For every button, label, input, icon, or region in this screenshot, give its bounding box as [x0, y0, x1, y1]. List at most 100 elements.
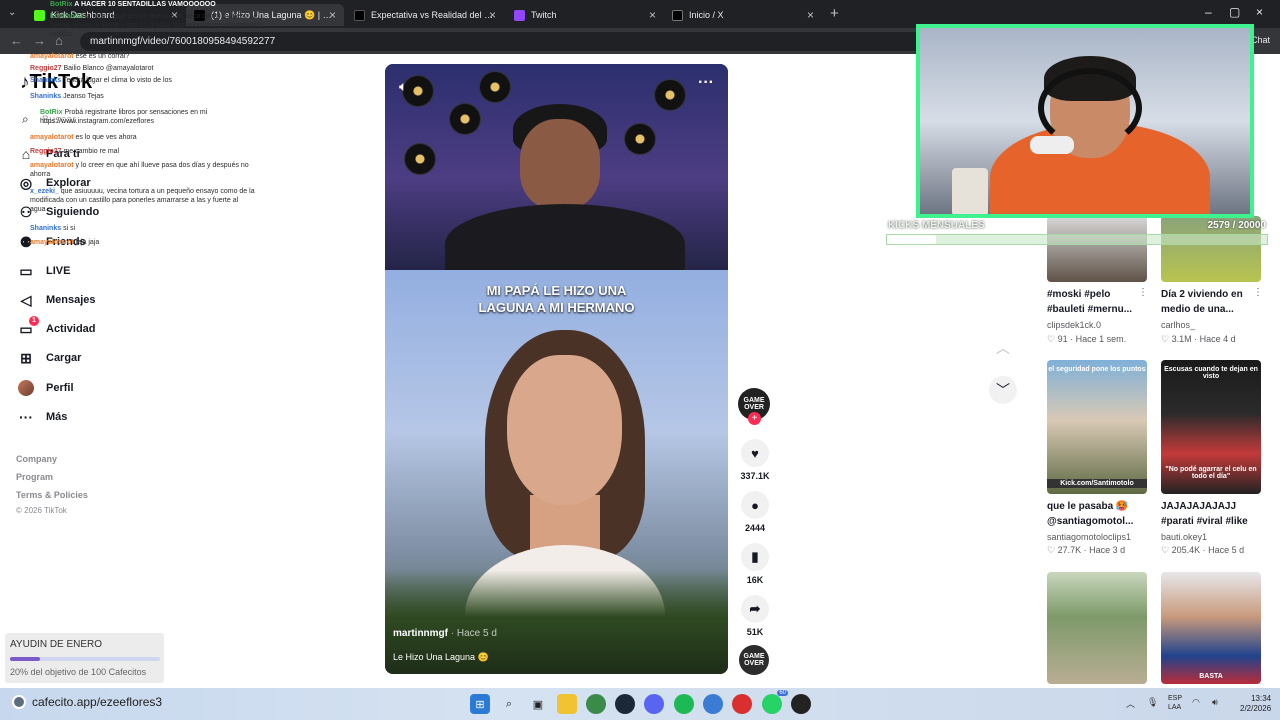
nav-mas[interactable]: ··· Más	[18, 407, 67, 427]
task-view-icon[interactable]: ▣	[528, 694, 548, 714]
copyright: © 2026 TikTok	[16, 506, 67, 515]
chat-message: x_ezeki_ que asiuuuuu, vecina tortura a …	[30, 188, 255, 213]
chat-message: BotRix A HACER 10 SENTADILLAS VAMOOOOOO	[50, 1, 216, 8]
windows-taskbar: cafecito.app/ezeeflores3 ⊞ ⌕ ▣ 60 ︿ 🎙︎ E…	[0, 688, 1280, 720]
wifi-icon[interactable]: ◠	[1192, 697, 1200, 708]
like-action[interactable]: ♥ 337.1K	[738, 439, 772, 481]
cafecito-goal-widget: AYUDIN DE ENERO 20% del objetivo de 100 …	[5, 633, 164, 683]
chrome-icon[interactable]	[586, 694, 606, 714]
taskbar-badge: 60	[777, 690, 788, 696]
close-icon[interactable]: ×	[489, 8, 496, 22]
card-author[interactable]: clipsdek1ck.0	[1047, 320, 1101, 330]
video-player[interactable]: MI PAPÁ LE HIZO UNA LAGUNA A MI HERMANO …	[385, 64, 728, 674]
card-author[interactable]: santiagomotoloclips1	[1047, 532, 1131, 542]
app-icon[interactable]	[732, 694, 752, 714]
clock-date: 2/2/2026	[1240, 704, 1272, 713]
minimize-icon[interactable]: –	[1205, 5, 1212, 19]
upload-icon: ⊞	[20, 349, 32, 366]
lang-top: ESP	[1168, 695, 1183, 702]
tab-x[interactable]: Inicio / X ×	[664, 4, 822, 26]
nav-live[interactable]: ▭ LIVE	[18, 261, 70, 281]
next-video-button[interactable]: ﹀	[989, 376, 1017, 404]
share-action[interactable]: ➦ 51K	[738, 595, 772, 637]
language-indicator[interactable]: ESP LAA	[1168, 694, 1182, 712]
footer-program[interactable]: Program	[16, 472, 53, 482]
spotify-icon[interactable]	[674, 694, 694, 714]
close-icon[interactable]: ×	[649, 8, 656, 22]
volume-icon[interactable]: 🔊︎	[1212, 697, 1218, 708]
chat-message: Shaninks Jeanso Tejas	[30, 93, 104, 100]
search-icon[interactable]: ⌕	[499, 694, 519, 714]
heart-icon[interactable]: ♥	[741, 439, 769, 467]
whatsapp-icon[interactable]: 60	[762, 690, 788, 714]
share-icon[interactable]: ➦	[741, 595, 769, 623]
video-thumbnail[interactable]	[1047, 216, 1147, 282]
folder-icon[interactable]	[557, 694, 577, 714]
card-author[interactable]: carlhos_	[1161, 320, 1195, 330]
tray-chevron-icon[interactable]: ︿	[1126, 697, 1135, 710]
video-thumbnail[interactable]: Escusas cuando te dejan en visto "No pod…	[1161, 360, 1261, 494]
goal-progress-fill	[10, 657, 40, 661]
forward-icon[interactable]: →	[33, 33, 46, 48]
card-author[interactable]: bauti.okey1	[1161, 532, 1207, 542]
tab-tiktok-corte[interactable]: Expectativa vs Realidad del Corte a ×	[346, 4, 504, 26]
start-icon[interactable]: ⊞	[470, 694, 490, 714]
discord-icon[interactable]	[644, 694, 664, 714]
chat-message: Shaninks si si	[30, 225, 76, 232]
streamer-cam-in-video	[385, 64, 728, 284]
goal-title: AYUDIN DE ENERO	[10, 639, 103, 650]
maximize-icon[interactable]: ▢	[1229, 5, 1240, 19]
previous-video-button[interactable]: ︿	[989, 334, 1017, 362]
heart-outline-icon: ♡	[1047, 334, 1058, 344]
tab-search-icon[interactable]: ⌄	[8, 7, 16, 18]
card-more-icon[interactable]: ⋮	[1138, 287, 1148, 298]
back-icon[interactable]: ←	[10, 33, 23, 48]
window-close-icon[interactable]: ×	[1256, 5, 1263, 19]
nav-cargar[interactable]: ⊞ Cargar	[18, 348, 81, 368]
tab-twitch[interactable]: Twitch ×	[506, 4, 664, 26]
mic-icon[interactable]: 🎙︎	[1147, 697, 1158, 708]
close-icon[interactable]: ×	[807, 8, 814, 22]
thumbnail-overlay-text: Escusas cuando te dejan en visto	[1164, 366, 1258, 380]
video-thumbnail[interactable]: BASTA	[1161, 572, 1261, 684]
steam-icon[interactable]	[615, 694, 635, 714]
clock[interactable]: 13:34 2/2/2026	[1240, 694, 1271, 714]
footer-terms[interactable]: Terms & Policies	[16, 490, 88, 500]
card-more-icon[interactable]: ⋮	[1253, 287, 1263, 298]
close-icon[interactable]: ×	[329, 8, 336, 22]
new-tab-icon[interactable]: +	[830, 5, 839, 22]
save-action[interactable]: ▮ 16K	[738, 543, 772, 585]
nav-perfil[interactable]: Perfil	[18, 378, 74, 398]
follow-plus-icon[interactable]: +	[748, 412, 761, 425]
comment-icon[interactable]: ●	[741, 491, 769, 519]
app-icon[interactable]	[703, 694, 723, 714]
card-title[interactable]: Día 2 viviendo en medio de una...	[1161, 287, 1256, 317]
card-stats: ♡ 205.4K · Hace 5 d	[1161, 545, 1245, 555]
clock-time: 13:34	[1251, 694, 1272, 703]
video-thumbnail[interactable]: el seguridad pone los puntos Kick.com/Sa…	[1047, 360, 1147, 494]
vinyl-decoration	[480, 72, 510, 102]
music-disc[interactable]: GAME OVER	[739, 645, 769, 675]
nav-mensajes[interactable]: ◁ Mensajes	[18, 290, 96, 310]
comment-action[interactable]: ● 2444	[738, 491, 772, 533]
video-more-icon[interactable]: ···	[698, 74, 714, 92]
video-ago: · Hace 5 d	[450, 628, 497, 639]
bookmark-icon[interactable]: ▮	[741, 543, 769, 571]
twitch-icon	[514, 9, 525, 21]
vinyl-decoration	[405, 144, 435, 174]
card-likes: 27.7K	[1057, 545, 1082, 555]
video-thumbnail[interactable]	[1047, 572, 1147, 684]
save-count: 16K	[746, 575, 764, 585]
obs-icon[interactable]	[791, 694, 811, 714]
video-author[interactable]: martinnmgf · Hace 5 d	[393, 628, 497, 639]
x-icon	[672, 9, 683, 21]
nav-actividad[interactable]: ▭ 1 Actividad	[18, 315, 96, 339]
card-title[interactable]: JAJAJAJAJAJJ #parati #viral #like	[1161, 499, 1256, 529]
chevron-down-icon: ﹀	[996, 382, 1010, 398]
card-title[interactable]: #moski #pelo #bauleti #mernu...	[1047, 287, 1142, 317]
footer-company[interactable]: Company	[16, 454, 57, 464]
card-title[interactable]: que le pasaba 🥵 @santiagomotol...	[1047, 499, 1142, 529]
chat-message: Emiliao14 tambien igual pensa que aca es…	[50, 13, 264, 38]
volume-icon[interactable]: 🔈︎	[399, 78, 407, 95]
chat-message: amayalotarot ese es un corral?	[30, 53, 130, 60]
